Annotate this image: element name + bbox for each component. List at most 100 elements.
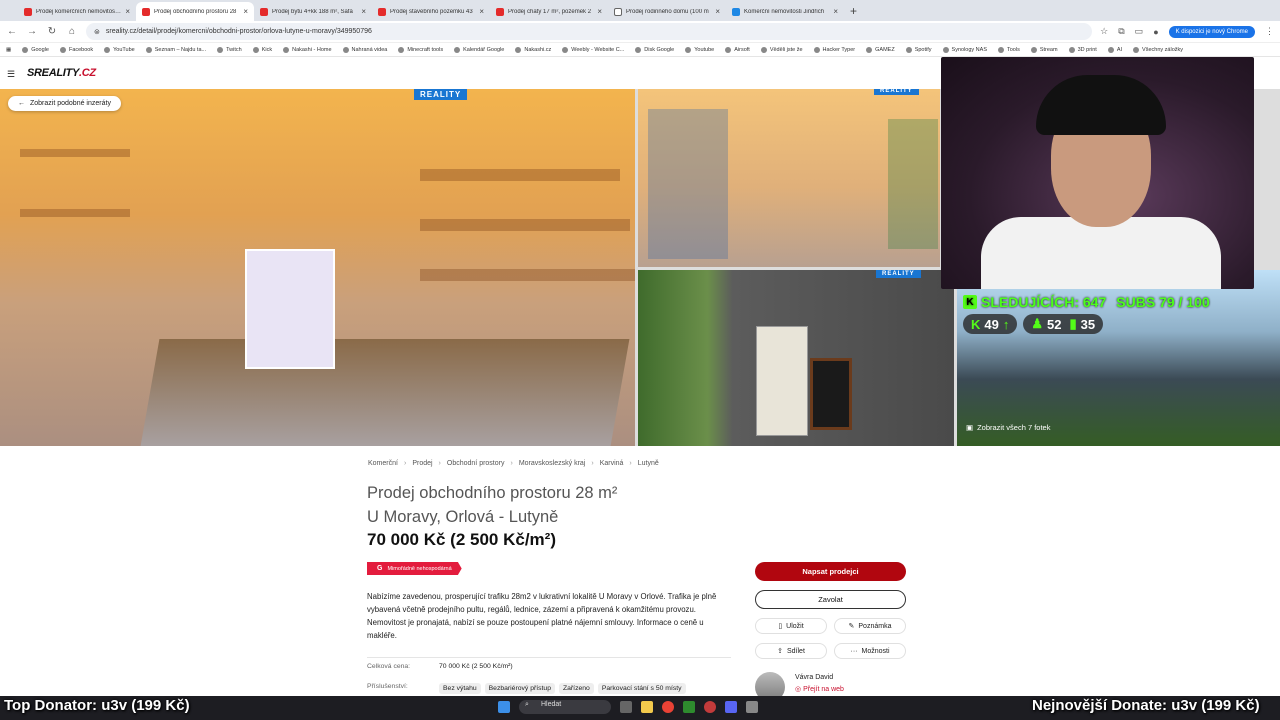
browser-tab[interactable]: Prodej bytu 4+kk 188 m², Šafá × bbox=[254, 2, 372, 21]
breadcrumb-item[interactable]: Obchodní prostory bbox=[447, 460, 505, 467]
bookmark-item[interactable]: Google bbox=[22, 46, 49, 53]
app-icon-gray[interactable] bbox=[746, 701, 758, 713]
photo-main[interactable]: REALITY bbox=[0, 89, 635, 446]
note-button[interactable]: ✎ Poznámka bbox=[834, 618, 906, 634]
tab-label: Prodej obchodního prostoru 28 bbox=[154, 8, 237, 15]
bookmark-star-icon[interactable]: ☆ bbox=[1100, 26, 1108, 37]
bookmark-item[interactable]: Twitch bbox=[217, 46, 242, 53]
bookmark-item[interactable]: Všechny záložky bbox=[1133, 46, 1183, 53]
show-all-photos-button[interactable]: ▣ Zobrazit všech 7 fotek bbox=[966, 423, 1050, 432]
reload-icon[interactable]: ↻ bbox=[46, 26, 58, 37]
bookmark-favicon-icon bbox=[59, 46, 66, 53]
webcam-person-shirt bbox=[981, 217, 1221, 289]
back-icon[interactable]: ← bbox=[6, 26, 18, 37]
tab-label: Prodej komerčních nemovitostí - bbox=[36, 8, 122, 15]
home-icon[interactable]: ⌂ bbox=[66, 26, 78, 37]
forward-icon[interactable]: → bbox=[26, 26, 38, 37]
bookmark-item[interactable]: Hacker Typer bbox=[813, 46, 855, 53]
extensions-icon[interactable]: ⧉ bbox=[1118, 26, 1124, 37]
file-explorer-icon[interactable] bbox=[641, 701, 653, 713]
apps-grid-icon[interactable]: ▦ bbox=[6, 47, 11, 53]
bookmark-item[interactable]: Facebook bbox=[59, 46, 93, 53]
bookmark-item[interactable]: Nahraná videa bbox=[342, 46, 387, 53]
breadcrumb-item[interactable]: Karviná bbox=[600, 460, 624, 467]
close-tab-icon[interactable]: × bbox=[479, 7, 484, 16]
browser-tab[interactable]: Prodej obchodního prostoru 28 × bbox=[136, 2, 254, 21]
url-text: sreality.cz/detail/prodej/komercni/obcho… bbox=[105, 28, 372, 35]
browser-tab[interactable]: Komerční nemovitosti Jindřich × bbox=[726, 2, 844, 21]
bookmark-item[interactable]: 3D print bbox=[1068, 46, 1097, 53]
chrome-update-button[interactable]: K dispozici je nový Chrome bbox=[1168, 25, 1255, 38]
browser-tab[interactable]: Prodej komerčních nemovitostí - × bbox=[18, 2, 136, 21]
close-tab-icon[interactable]: × bbox=[125, 7, 130, 16]
bookmark-favicon-icon bbox=[342, 46, 349, 53]
bookmark-item[interactable]: Kalendář Google bbox=[454, 46, 504, 53]
sreality-logo[interactable]: SREALITY.CZ bbox=[27, 67, 96, 79]
bookmark-item[interactable]: Minecraft tools bbox=[398, 46, 443, 53]
photo-3[interactable]: REALITY bbox=[638, 270, 954, 446]
bookmark-item[interactable]: Synology NAS bbox=[942, 46, 987, 53]
profile-icon[interactable]: ● bbox=[1153, 27, 1158, 37]
bookmark-item[interactable]: Nakashi - Home bbox=[283, 46, 332, 53]
discord-icon[interactable] bbox=[725, 701, 737, 713]
xbox-icon[interactable] bbox=[683, 701, 695, 713]
bookmark-item[interactable]: Kick bbox=[252, 46, 272, 53]
breadcrumb-item[interactable]: Prodej bbox=[412, 460, 432, 467]
share-icon: ⇪ bbox=[777, 648, 783, 655]
bookmark-item[interactable]: Spotify bbox=[905, 46, 932, 53]
bookmark-item[interactable]: Tools bbox=[998, 46, 1020, 53]
breadcrumb-item[interactable]: Lutyně bbox=[638, 460, 659, 467]
tab-label: Prodej chaty 17 m², pozemek 2 bbox=[508, 8, 592, 15]
bookmark-item[interactable]: GAMEZ bbox=[866, 46, 895, 53]
bookmark-item[interactable]: Věděli jste že bbox=[760, 46, 803, 53]
chrome-icon[interactable] bbox=[662, 701, 674, 713]
blue-favicon-icon bbox=[732, 7, 740, 16]
agent-website-link[interactable]: ◎ Přejít na web bbox=[795, 685, 844, 693]
bookmark-item[interactable]: Nakashi.cz bbox=[515, 46, 551, 53]
browser-tab[interactable]: Prodej rodinného domu (100 m × bbox=[608, 2, 726, 21]
windows-start-icon[interactable] bbox=[498, 701, 510, 713]
close-tab-icon[interactable]: × bbox=[361, 7, 366, 16]
bookmark-item[interactable]: Disk Google bbox=[635, 46, 674, 53]
browser-tab[interactable]: Prodej chaty 17 m², pozemek 2 × bbox=[490, 2, 608, 21]
bookmark-item[interactable]: AI bbox=[1107, 46, 1122, 53]
browser-tab[interactable]: Prodej stavebního pozemku 43 × bbox=[372, 2, 490, 21]
site-info-icon[interactable]: ⊜ bbox=[94, 28, 100, 36]
call-button[interactable]: Zavolat bbox=[755, 590, 906, 609]
chevron-right-icon: › bbox=[510, 460, 513, 467]
person-icon: ♟ bbox=[1031, 316, 1044, 331]
app-icon-red[interactable] bbox=[704, 701, 716, 713]
bookmark-item[interactable]: Weebly - Website C... bbox=[562, 46, 624, 53]
bookmark-item[interactable]: YouTube bbox=[104, 46, 135, 53]
bookmark-item[interactable]: Seznam – Najdu ta... bbox=[145, 46, 206, 53]
bookmark-item[interactable]: Youtube bbox=[685, 46, 714, 53]
sidepanel-icon[interactable]: ▭ bbox=[1135, 26, 1144, 37]
close-tab-icon[interactable]: × bbox=[597, 7, 602, 16]
chevron-right-icon: › bbox=[591, 460, 594, 467]
bookmark-favicon-icon bbox=[22, 46, 29, 53]
close-tab-icon[interactable]: × bbox=[715, 7, 720, 16]
photo-2[interactable]: REALITY bbox=[638, 89, 940, 267]
more-options-button[interactable]: ··· Možnosti bbox=[834, 643, 906, 659]
save-button[interactable]: ▯ Uložit bbox=[755, 618, 827, 634]
bookmark-item[interactable]: Stream bbox=[1030, 46, 1058, 53]
new-tab-icon[interactable]: + bbox=[844, 4, 863, 18]
menu-kebab-icon[interactable]: ⋮ bbox=[1265, 26, 1274, 37]
url-field[interactable]: ⊜ sreality.cz/detail/prodej/komercni/obc… bbox=[86, 23, 1093, 40]
close-tab-icon[interactable]: × bbox=[833, 7, 838, 16]
webcam-person-cap bbox=[1036, 75, 1166, 135]
detail-row-price: Celková cena: 70 000 Kč (2 500 Kč/m²) bbox=[367, 663, 513, 670]
bookmark-favicon-icon bbox=[635, 46, 642, 53]
bookmark-item[interactable]: Airsoft bbox=[725, 46, 750, 53]
back-to-similar-button[interactable]: ← Zobrazit podobné inzeráty bbox=[8, 96, 121, 111]
share-button[interactable]: ⇪ Sdílet bbox=[755, 643, 827, 659]
task-view-icon[interactable] bbox=[620, 701, 632, 713]
message-seller-button[interactable]: Napsat prodejci bbox=[755, 562, 906, 581]
sreality-favicon-icon bbox=[496, 7, 504, 16]
close-tab-icon[interactable]: × bbox=[243, 7, 248, 16]
breadcrumb-item[interactable]: Moravskoslezský kraj bbox=[519, 460, 586, 467]
menu-icon[interactable]: ☰ bbox=[7, 69, 15, 80]
breadcrumb: Komerční › Prodej › Obchodní prostory › Moravs… bbox=[368, 460, 659, 467]
taskbar-search[interactable]: ⌕ Hledat bbox=[519, 700, 611, 714]
breadcrumb-item[interactable]: Komerční bbox=[368, 460, 398, 467]
